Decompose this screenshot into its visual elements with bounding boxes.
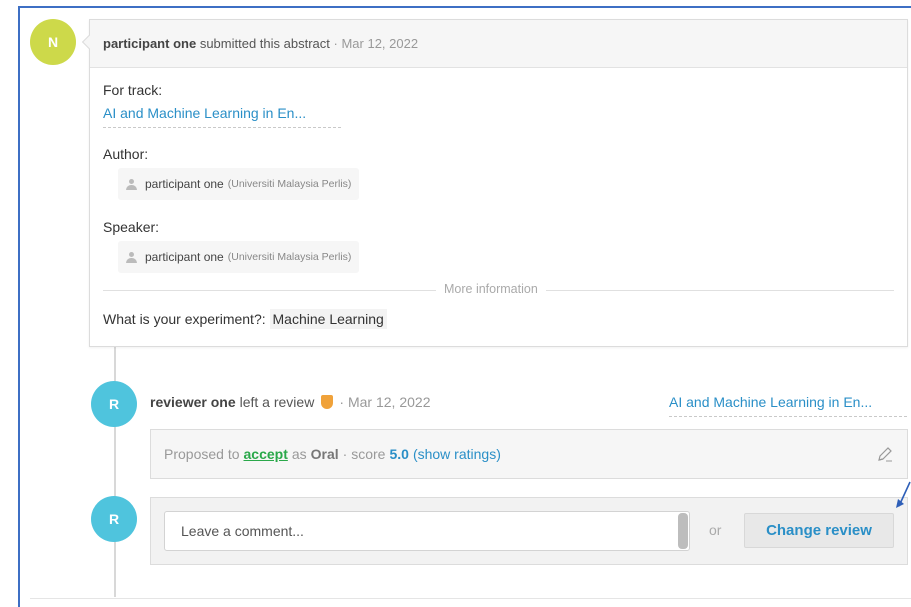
review-summary: Proposed to accept as Oral · score 5.0 (… <box>150 429 908 479</box>
reviewer-avatar: R <box>91 381 137 427</box>
proposed-prefix: Proposed to <box>164 446 240 462</box>
decision-accept: accept <box>243 446 288 462</box>
submitter-name[interactable]: participant one <box>103 36 196 51</box>
review-action: left a review <box>239 394 315 410</box>
reviewer-badge-icon <box>321 395 334 409</box>
review-track-link[interactable]: AI and Machine Learning in En... <box>669 394 907 417</box>
reviewer-name[interactable]: reviewer one <box>150 394 236 410</box>
comment-box: or Change review <box>150 497 908 565</box>
bottom-divider <box>30 598 911 599</box>
commenter-avatar: R <box>91 496 137 542</box>
author-label: Author: <box>103 146 149 162</box>
as-text: as <box>291 446 307 462</box>
speaker-label: Speaker: <box>103 219 160 235</box>
submission-action: submitted this abstract <box>199 36 330 51</box>
score-value: 5.0 <box>389 446 409 462</box>
abstract-card: participant one submitted this abstract … <box>81 19 908 347</box>
author-chip[interactable]: participant one (Universiti Malaysia Per… <box>118 168 360 200</box>
speaker-affiliation: (Universiti Malaysia Perlis) <box>227 251 352 263</box>
speaker-name: participant one <box>145 250 224 264</box>
comment-input[interactable] <box>164 511 690 551</box>
submitter-avatar: N <box>30 19 76 65</box>
contribution-type: Oral <box>310 446 339 462</box>
user-icon <box>126 251 137 263</box>
abstract-card-header: participant one submitted this abstract … <box>81 20 907 68</box>
author-affiliation: (Universiti Malaysia Perlis) <box>227 178 352 190</box>
user-icon <box>126 178 137 190</box>
annotation-arrow-icon <box>896 481 911 508</box>
submission-date: Mar 12, 2022 <box>341 36 419 51</box>
pencil-icon[interactable] <box>877 446 893 462</box>
more-info-label: More information <box>436 282 546 296</box>
author-name: participant one <box>145 177 224 191</box>
experiment-label: What is your experiment?: <box>103 311 266 327</box>
review-header: reviewer one left a review · Mar 12, 202… <box>150 394 430 410</box>
separator: · <box>339 394 344 410</box>
experiment-row: What is your experiment?: Machine Learni… <box>103 309 387 329</box>
speaker-chip[interactable]: participant one (Universiti Malaysia Per… <box>118 241 360 273</box>
track-label: For track: <box>103 82 163 98</box>
show-ratings-link[interactable]: (show ratings) <box>413 446 501 462</box>
review-date: Mar 12, 2022 <box>347 394 431 410</box>
track-link[interactable]: AI and Machine Learning in En... <box>103 105 341 128</box>
input-resize-handle[interactable] <box>678 513 688 549</box>
change-review-button[interactable]: Change review <box>744 513 894 548</box>
score-prefix: · score <box>342 446 386 462</box>
or-text: or <box>709 522 722 538</box>
experiment-value: Machine Learning <box>269 309 387 329</box>
